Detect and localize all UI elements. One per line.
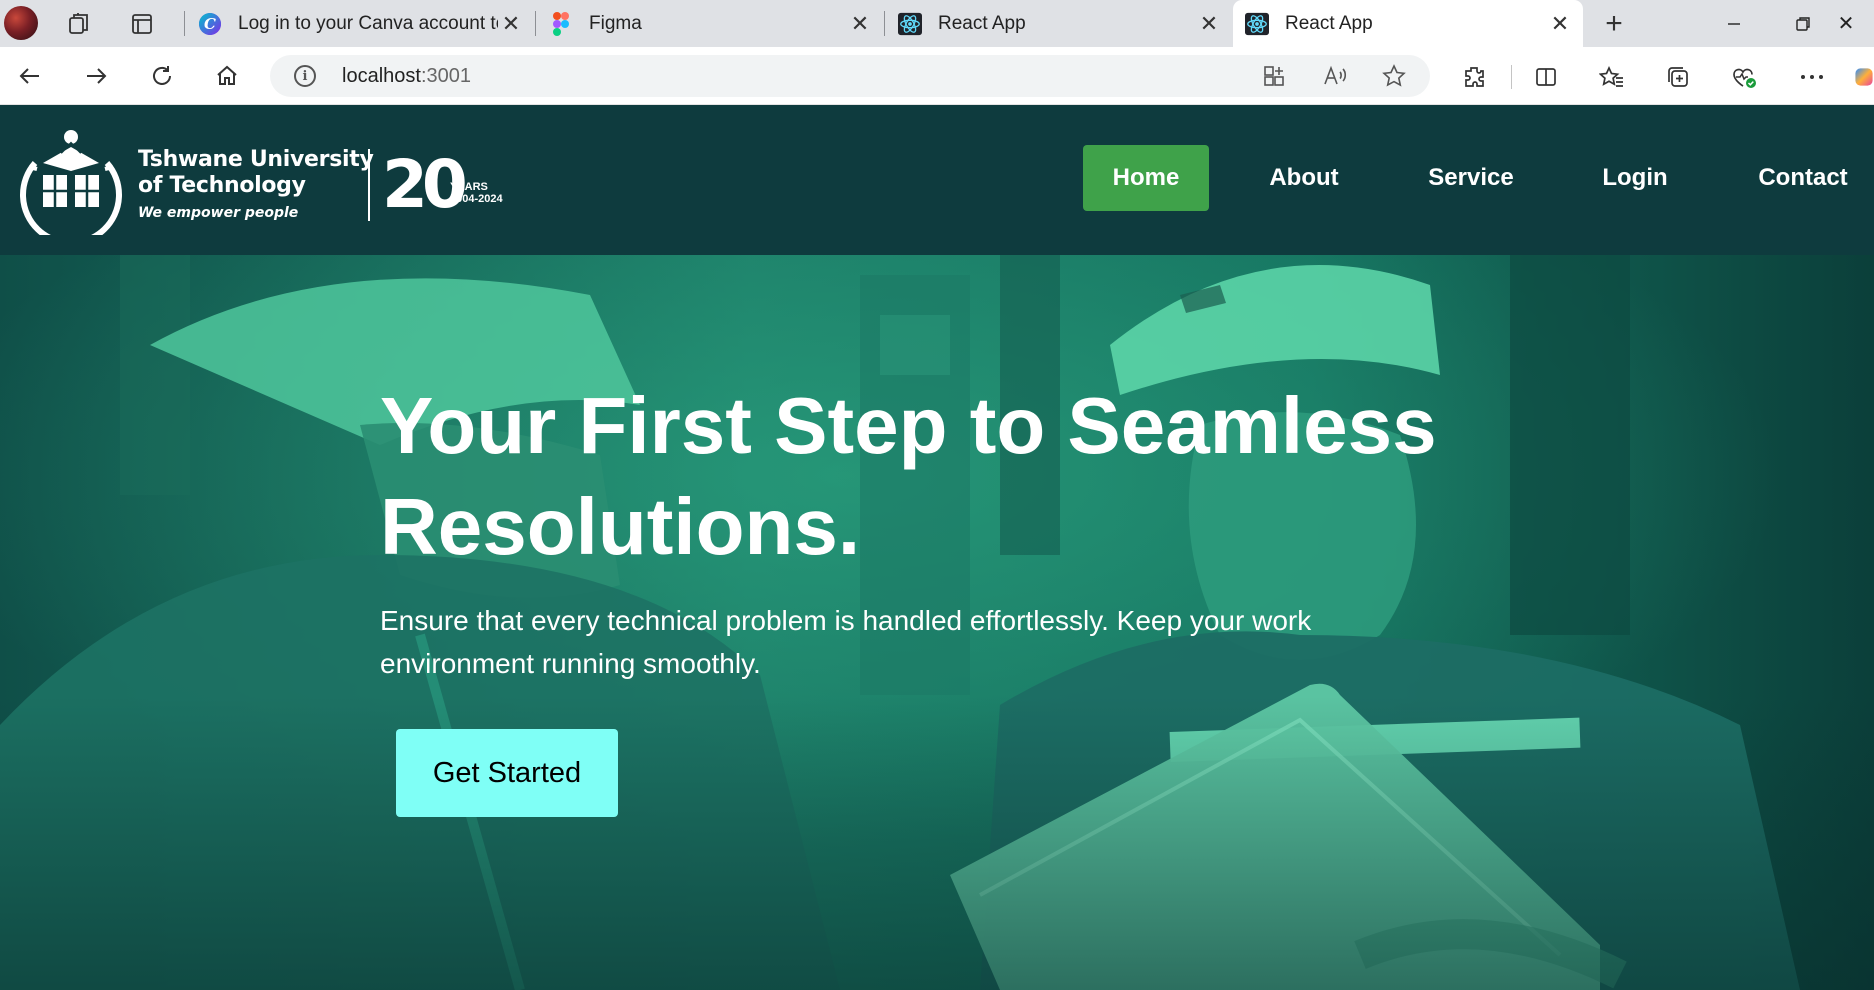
tut-emblem-icon [15, 123, 127, 246]
hero-section: Your First Step to Seamless Resolutions.… [0, 255, 1874, 990]
nav-home[interactable]: Home [1083, 145, 1209, 211]
nav-contact[interactable]: Contact [1748, 145, 1858, 211]
get-started-button[interactable]: Get Started [396, 729, 618, 817]
forward-icon[interactable] [76, 56, 116, 96]
close-tab-icon[interactable]: ✕ [1196, 11, 1222, 37]
react-icon [898, 12, 922, 36]
more-menu-icon[interactable] [1794, 60, 1830, 94]
app-available-icon[interactable] [1259, 63, 1289, 89]
hero-title: Your First Step to Seamless Resolutions. [380, 375, 1680, 577]
tab-title: Figma [589, 12, 642, 34]
tab-react-app-active[interactable]: React App ✕ [1233, 0, 1583, 47]
browser-tab-strip: C Log in to your Canva account to ✕ Figm… [0, 0, 1874, 47]
nav-service[interactable]: Service [1416, 145, 1526, 211]
favorite-star-icon[interactable] [1379, 63, 1409, 89]
tab-figma[interactable]: Figma ✕ [537, 0, 883, 47]
url-text[interactable]: localhost:3001 [342, 65, 471, 88]
tab-react-app-1[interactable]: React App ✕ [886, 0, 1232, 47]
close-tab-icon[interactable]: ✕ [847, 11, 873, 37]
anniversary-label: YEARS [450, 181, 488, 193]
close-tab-icon[interactable]: ✕ [498, 11, 524, 37]
site-header: Tshwane University of Technology We empo… [0, 105, 1874, 255]
home-icon[interactable] [207, 56, 247, 96]
tab-title: React App [938, 12, 1026, 34]
anniversary-range: 2004-2024 [450, 193, 503, 205]
svg-text:C: C [204, 15, 216, 33]
refresh-icon[interactable] [142, 56, 182, 96]
tab-title: React App [1285, 12, 1373, 34]
anniversary-badge: 20 YEARS 2004-2024 [382, 146, 512, 225]
address-bar[interactable]: i localhost:3001 [270, 55, 1430, 97]
tab-canva[interactable]: C Log in to your Canva account to ✕ [186, 0, 534, 47]
close-window-icon[interactable]: ✕ [1818, 0, 1874, 47]
react-icon [1245, 12, 1269, 36]
copilot-icon[interactable] [1854, 60, 1874, 94]
logo-tagline: We empower people [138, 205, 299, 221]
minimize-icon[interactable] [1706, 0, 1762, 47]
read-aloud-icon[interactable] [1320, 63, 1350, 89]
favorites-icon[interactable] [1594, 60, 1630, 94]
profile-avatar[interactable] [4, 6, 38, 40]
new-tab-icon[interactable]: + [1598, 7, 1630, 40]
browser-toolbar: i localhost:3001 [0, 47, 1874, 105]
collections-icon[interactable] [1660, 60, 1696, 94]
extensions-icon[interactable] [1456, 60, 1492, 94]
browser-essentials-icon[interactable] [1726, 60, 1762, 94]
nav-login[interactable]: Login [1590, 145, 1680, 211]
logo-line-1: Tshwane University [138, 147, 374, 172]
university-logo-text[interactable]: Tshwane University of Technology We empo… [138, 147, 374, 221]
hero-subtitle-line-2: environment running smoothly. [380, 648, 761, 679]
canva-icon: C [198, 12, 222, 36]
logo-divider [368, 149, 370, 221]
nav-about[interactable]: About [1252, 145, 1356, 211]
hero-subtitle: Ensure that every technical problem is h… [380, 599, 1380, 685]
hero-subtitle-line-1: Ensure that every technical problem is h… [380, 605, 1312, 636]
tab-actions-icon[interactable] [126, 8, 158, 40]
figma-icon [549, 11, 573, 36]
split-screen-icon[interactable] [1528, 60, 1564, 94]
workspaces-icon[interactable] [64, 8, 96, 40]
back-icon[interactable] [10, 56, 50, 96]
tab-title: Log in to your Canva account to [238, 12, 498, 34]
hero-title-line-2: Resolutions. [380, 482, 861, 571]
hero-title-line-1: Your First Step to Seamless [380, 381, 1437, 470]
site-info-icon[interactable]: i [294, 65, 316, 87]
logo-line-2: of Technology [138, 173, 306, 198]
close-tab-icon[interactable]: ✕ [1547, 11, 1573, 37]
